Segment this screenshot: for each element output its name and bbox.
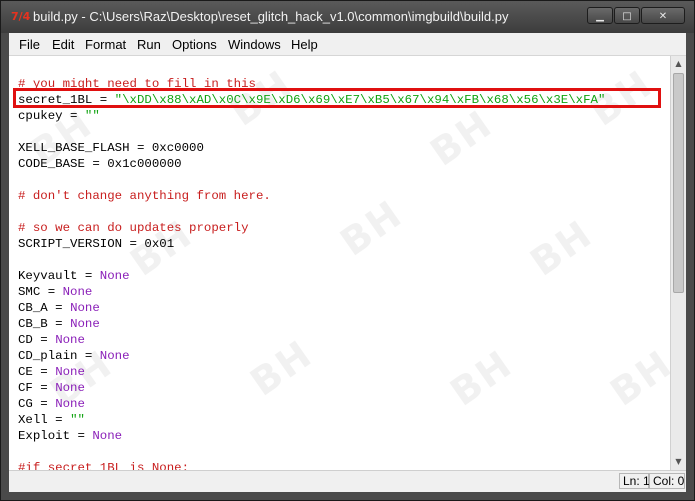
code-line[interactable]: # don't change anything from here. bbox=[18, 188, 271, 204]
code-line-highlighted[interactable]: secret_1BL = "\xDD\x88\xAD\x0C\x9E\xD6\x… bbox=[18, 92, 605, 108]
code-token: # don't change anything from here. bbox=[18, 189, 271, 203]
scroll-thumb[interactable] bbox=[673, 73, 684, 293]
vertical-scrollbar[interactable]: ▲ ▼ bbox=[670, 56, 686, 470]
code-token: Exploit = bbox=[18, 429, 93, 443]
code-line[interactable]: CG = None bbox=[18, 396, 85, 412]
code-line[interactable]: SCRIPT_VERSION = 0x01 bbox=[18, 236, 174, 252]
code-token: "\xDD\x88\xAD\x0C\x9E\xD6\x69\xE7\xB5\x6… bbox=[114, 93, 606, 107]
code-line[interactable]: Xell = "" bbox=[18, 412, 85, 428]
code-line[interactable]: CD_plain = None bbox=[18, 348, 130, 364]
code-token: cpukey = bbox=[18, 109, 85, 123]
code-token: CD = bbox=[18, 333, 56, 347]
scroll-up-arrow-icon[interactable]: ▲ bbox=[671, 56, 686, 72]
close-button[interactable]: ✕ bbox=[641, 7, 685, 24]
menu-edit[interactable]: Edit bbox=[52, 37, 74, 52]
code-token: "" bbox=[84, 109, 100, 123]
menu-bar: File Edit Format Run Options Windows Hel… bbox=[9, 33, 686, 56]
code-token: None bbox=[99, 349, 130, 363]
code-token: "" bbox=[70, 413, 85, 427]
code-token: #if secret_1BL is None: bbox=[18, 461, 190, 470]
code-token: None bbox=[55, 381, 85, 395]
code-token: CD_plain = bbox=[18, 349, 100, 363]
code-line[interactable]: # you might need to fill in this bbox=[18, 76, 256, 92]
code-line[interactable]: #if secret_1BL is None: bbox=[18, 460, 189, 470]
column-indicator: Col: 0 bbox=[649, 473, 685, 489]
code-token: None bbox=[92, 429, 123, 443]
code-line[interactable]: SMC = None bbox=[18, 284, 92, 300]
code-line[interactable]: # so we can do updates properly bbox=[18, 220, 249, 236]
code-token: None bbox=[55, 333, 85, 347]
scroll-down-arrow-icon[interactable]: ▼ bbox=[671, 454, 686, 470]
menu-format[interactable]: Format bbox=[85, 37, 126, 52]
code-token: None bbox=[99, 269, 130, 283]
code-line[interactable]: CODE_BASE = 0x1c000000 bbox=[18, 156, 182, 172]
line-indicator: Ln: 1 bbox=[619, 473, 650, 489]
code-token: None bbox=[55, 365, 85, 379]
status-bar: Ln: 1 Col: 0 bbox=[9, 470, 686, 492]
code-token: # you might need to fill in this bbox=[18, 77, 256, 91]
code-token: None bbox=[55, 397, 85, 411]
code-token: SCRIPT_VERSION = 0x01 bbox=[18, 237, 175, 251]
code-line[interactable]: Keyvault = None bbox=[18, 268, 130, 284]
menu-windows[interactable]: Windows bbox=[228, 37, 281, 52]
code-token: # so we can do updates properly bbox=[18, 221, 249, 235]
code-line[interactable]: CE = None bbox=[18, 364, 85, 380]
menu-options[interactable]: Options bbox=[172, 37, 217, 52]
code-line[interactable]: CB_A = None bbox=[18, 300, 100, 316]
code-line[interactable]: XELL_BASE_FLASH = 0xc0000 bbox=[18, 140, 204, 156]
window-title: build.py - C:\Users\Raz\Desktop\reset_gl… bbox=[33, 9, 509, 24]
code-token: XELL_BASE_FLASH = 0xc0000 bbox=[18, 141, 204, 155]
code-line[interactable]: CF = None bbox=[18, 380, 85, 396]
minimize-icon: ▁ bbox=[596, 11, 604, 22]
close-icon: ✕ bbox=[658, 11, 668, 22]
code-token: CE = bbox=[18, 365, 56, 379]
code-line[interactable]: CD = None bbox=[18, 332, 85, 348]
code-token: CB_B = bbox=[18, 317, 71, 331]
code-token: None bbox=[70, 301, 100, 315]
code-line[interactable]: CB_B = None bbox=[18, 316, 100, 332]
code-token: SMC = bbox=[18, 285, 63, 299]
code-token: None bbox=[62, 285, 93, 299]
code-token: Keyvault = bbox=[18, 269, 100, 283]
code-token: None bbox=[70, 317, 100, 331]
title-bar[interactable]: 7/4 build.py - C:\Users\Raz\Desktop\rese… bbox=[1, 1, 694, 33]
menu-file[interactable]: File bbox=[19, 37, 40, 52]
menu-help[interactable]: Help bbox=[291, 37, 318, 52]
code-token: CB_A = bbox=[18, 301, 71, 315]
code-token: CODE_BASE = 0x1c000000 bbox=[18, 157, 182, 171]
code-line[interactable]: cpukey = "" bbox=[18, 108, 100, 124]
code-token: CG = bbox=[18, 397, 56, 411]
idle-app-icon: 7/4 bbox=[11, 10, 31, 23]
code-token: secret_1BL = bbox=[18, 93, 115, 107]
code-token: CF = bbox=[18, 381, 56, 395]
minimize-button[interactable]: ▁ bbox=[587, 7, 613, 24]
maximize-button[interactable]: □ bbox=[614, 7, 640, 24]
code-editor[interactable]: BH BH BH BH BH BH BH BH BH BH BH # you m… bbox=[9, 56, 670, 470]
code-line[interactable]: Exploit = None bbox=[18, 428, 122, 444]
menu-run[interactable]: Run bbox=[137, 37, 161, 52]
maximize-icon: □ bbox=[622, 11, 632, 22]
editor-window: 7/4 build.py - C:\Users\Raz\Desktop\rese… bbox=[0, 0, 695, 501]
code-token: Xell = bbox=[18, 413, 71, 427]
